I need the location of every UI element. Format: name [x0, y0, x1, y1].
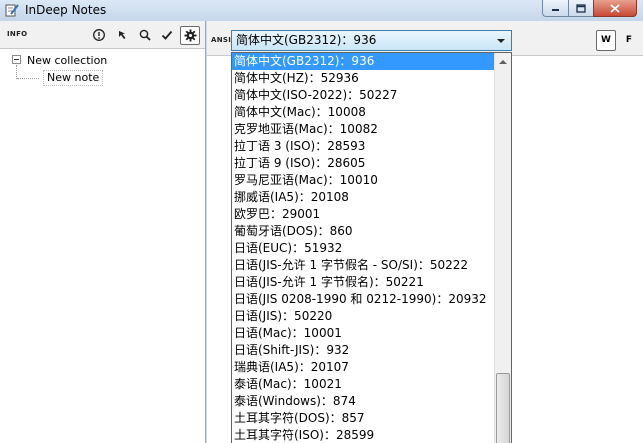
encoding-option[interactable]: 日语(JIS-允许 1 字节假名 - SO/SI)：50222	[232, 257, 495, 274]
encoding-option[interactable]: 日语(Shift-JIS)：932	[232, 342, 495, 359]
scrollbar-thumb[interactable]	[496, 373, 510, 443]
encoding-option[interactable]: 日语(Mac)：10001	[232, 325, 495, 342]
info-circle-icon[interactable]	[92, 28, 106, 42]
scroll-up-arrow-icon[interactable]	[495, 53, 511, 70]
encoding-option[interactable]: 土耳其字符(ISO)：28599	[232, 427, 495, 443]
encoding-option[interactable]: 日语(JIS)：50220	[232, 308, 495, 325]
settings-button[interactable]	[180, 26, 200, 45]
info-label: INFO	[7, 30, 28, 38]
font-button[interactable]: F	[621, 30, 637, 51]
collection-pane: INFO New collection New note	[0, 21, 206, 443]
chevron-down-icon	[497, 39, 505, 43]
encoding-option[interactable]: 拉丁语 9 (ISO)：28605	[232, 155, 495, 172]
tree-node-collection[interactable]: New collection	[27, 54, 107, 67]
encoding-dropdown-list[interactable]: 简体中文(GB2312)：936 简体中文(HZ)：52936 简体中文(ISO-2…	[231, 52, 512, 443]
encoding-option[interactable]: 克罗地亚语(Mac)：10082	[232, 121, 495, 138]
window-controls	[542, 0, 637, 18]
word-wrap-button[interactable]: W	[596, 30, 616, 51]
magnifier-icon[interactable]	[138, 28, 152, 42]
cursor-arrow-icon[interactable]	[116, 28, 130, 42]
encoding-option[interactable]: 葡萄牙语(DOS)：860	[232, 223, 495, 240]
gear-icon	[183, 29, 197, 42]
encoding-option[interactable]: 日语(JIS 0208-1990 和 0212-1990)：20932	[232, 291, 495, 308]
encoding-option[interactable]: 日语(JIS-允许 1 字节假名)：50221	[232, 274, 495, 291]
notepad-pencil-icon	[5, 4, 19, 17]
encoding-select-value: 简体中文(GB2312)：936	[236, 33, 377, 47]
encoding-option[interactable]: 土耳其字符(DOS)：857	[232, 410, 495, 427]
checkmark-icon[interactable]	[160, 28, 174, 42]
ansi-label: ANSI	[211, 36, 232, 44]
title-bar[interactable]: InDeep Notes	[0, 0, 643, 21]
encoding-option[interactable]: 罗马尼亚语(Mac)：10010	[232, 172, 495, 189]
dropdown-scrollbar[interactable]	[494, 53, 511, 443]
encoding-option-selected[interactable]: 简体中文(GB2312)：936	[232, 53, 495, 70]
encoding-option[interactable]: 瑞典语(IA5)：20107	[232, 359, 495, 376]
encoding-option[interactable]: 日语(EUC)：51932	[232, 240, 495, 257]
encoding-option[interactable]: 挪威语(IA5)：20108	[232, 189, 495, 206]
encoding-option[interactable]: 泰语(Windows)：874	[232, 393, 495, 410]
editor-toolbar: ANSI 简体中文(GB2312)：936 W F	[207, 21, 643, 56]
left-toolbar: INFO	[0, 21, 205, 49]
close-button[interactable]	[593, 0, 637, 17]
encoding-options: 简体中文(GB2312)：936 简体中文(HZ)：52936 简体中文(ISO-2…	[232, 53, 495, 443]
maximize-button[interactable]	[568, 0, 593, 17]
tree-connector-vertical	[16, 65, 17, 79]
tree-collapse-toggle[interactable]	[12, 55, 21, 64]
minimize-icon	[552, 9, 559, 11]
encoding-option[interactable]: 简体中文(Mac)：10008	[232, 104, 495, 121]
encoding-select[interactable]: 简体中文(GB2312)：936	[231, 30, 512, 51]
encoding-option[interactable]: 欧罗巴：29001	[232, 206, 495, 223]
window-title: InDeep Notes	[25, 3, 107, 17]
minimize-button[interactable]	[542, 0, 568, 17]
encoding-option[interactable]: 泰语(Mac)：10021	[232, 376, 495, 393]
tree-connector-horizontal	[17, 78, 39, 79]
encoding-option[interactable]: 简体中文(HZ)：52936	[232, 70, 495, 87]
tree-node-note[interactable]: New note	[43, 70, 104, 86]
encoding-option[interactable]: 拉丁语 3 (ISO)：28593	[232, 138, 495, 155]
close-icon	[610, 3, 620, 13]
encoding-option[interactable]: 简体中文(ISO-2022)：50227	[232, 87, 495, 104]
maximize-icon	[576, 3, 586, 13]
